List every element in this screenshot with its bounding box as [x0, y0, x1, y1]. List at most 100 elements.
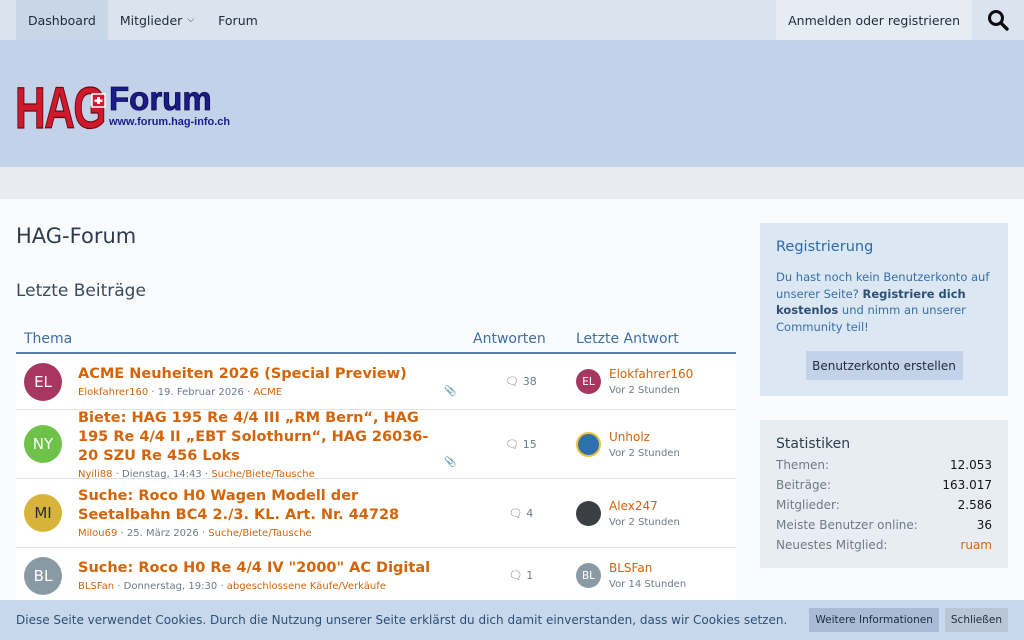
avatar[interactable]: BL [576, 563, 601, 588]
sidebar: Registrierung Du hast noch kein Benutzer… [760, 199, 1008, 640]
stat-label: Neuestes Mitglied: [776, 538, 888, 552]
svg-text:Forum: Forum [109, 80, 212, 117]
close-cookie-button[interactable]: Schließen [944, 608, 1008, 632]
create-account-button[interactable]: Benutzerkonto erstellen [805, 351, 963, 380]
last-reply: BL BLSFan Vor 14 Stunden [576, 561, 728, 590]
page-title: HAG-Forum [16, 224, 137, 248]
stat-value: 36 [976, 518, 992, 532]
paperclip-icon: 📎 [444, 457, 457, 468]
main-area: HAG-Forum Letzte Beiträge Thema Antworte… [0, 199, 1024, 640]
avatar[interactable]: EL [24, 362, 62, 401]
speech-bubble-icon: 🗨 [505, 375, 520, 388]
last-reply-info: Unholz Vor 2 Stunden [601, 430, 680, 459]
stat-label: Meiste Benutzer online: [776, 518, 918, 532]
last-reply-info: BLSFan Vor 14 Stunden [601, 561, 686, 590]
registration-box: Registrierung Du hast noch kein Benutzer… [760, 223, 1008, 396]
registration-text: Du hast noch kein Benutzerkonto auf unse… [776, 269, 992, 335]
statistics-title: Statistiken [776, 436, 851, 452]
last-reply-user-link[interactable]: Alex247 [609, 499, 680, 513]
avatar[interactable]: BL [24, 556, 62, 595]
reply-count: 🗨 15 [466, 438, 576, 451]
stat-value: 163.017 [942, 478, 992, 492]
last-reply-user-link[interactable]: BLSFan [609, 561, 686, 575]
topic-meta: BLSFan · Donnerstag, 19:30 · abgeschloss… [78, 581, 386, 592]
reply-count-value: 1 [526, 569, 534, 582]
category-link[interactable]: Suche/Biete/Tausche [208, 528, 311, 539]
speech-bubble-icon: 🗨 [505, 437, 520, 451]
avatar[interactable]: MI [24, 494, 62, 532]
last-reply: EL Elokfahrer160 Vor 2 Stunden [576, 367, 728, 396]
more-info-button[interactable]: Weitere Informationen [809, 608, 939, 632]
nav-forum-label: Forum [218, 12, 258, 28]
breadcrumb-strip [0, 167, 1024, 199]
login-register-link[interactable]: Anmelden oder registrieren [776, 0, 972, 40]
reply-count: 🗨 1 [466, 569, 576, 582]
reply-count: 🗨 38 [466, 375, 576, 388]
topic: Biete: HAG 195 Re 4/4 III „RM Bern“, HAG… [62, 409, 466, 480]
top-navigation: Dashboard Mitglieder ⌵ Forum Anmelden od… [0, 0, 1024, 40]
reply-count-value: 15 [522, 437, 537, 451]
last-reply-info: Elokfahrer160 Vor 2 Stunden [601, 367, 693, 396]
post-date: Dienstag, 14:43 [122, 468, 202, 480]
registration-title: Registrierung [776, 239, 874, 255]
reply-count-value: 38 [522, 375, 537, 388]
last-reply-user-link[interactable]: Unholz [609, 430, 680, 444]
section-title: Letzte Beiträge [16, 281, 146, 301]
avatar[interactable] [576, 431, 601, 457]
topic: Suche: Roco H0 Re 4/4 IV "2000" AC Digit… [62, 559, 466, 592]
nav-mitglieder[interactable]: Mitglieder ⌵ [108, 0, 206, 40]
table-row: MI Suche: Roco H0 Wagen Modell der Seeta… [16, 479, 736, 548]
topic-title-link[interactable]: ACME Neuheiten 2026 (Special Preview) [78, 365, 466, 384]
last-reply: Alex247 Vor 2 Stunden [576, 499, 728, 528]
topic: ACME Neuheiten 2026 (Special Preview) El… [62, 365, 466, 398]
stat-row: Themen: 12.053 [776, 458, 992, 472]
table-row: NY Biete: HAG 195 Re 4/4 III „RM Bern“, … [16, 409, 736, 480]
author-link[interactable]: Milou69 [78, 528, 117, 539]
nav-mitglieder-label: Mitglieder [119, 12, 183, 28]
topic-meta: Nyili88 · Dienstag, 14:43 · Suche/Biete/… [78, 468, 315, 480]
nav-forum[interactable]: Forum [206, 0, 270, 40]
column-antworten: Antworten [473, 331, 546, 347]
last-reply-user-link[interactable]: Elokfahrer160 [609, 367, 693, 381]
chevron-down-icon[interactable]: ⌵ [187, 15, 194, 25]
search-icon [988, 10, 1009, 31]
topic: Suche: Roco H0 Wagen Modell der Seetalba… [62, 487, 466, 539]
nav-dashboard[interactable]: Dashboard [16, 0, 108, 40]
search-button[interactable] [972, 0, 1024, 40]
statistics-box: Statistiken Themen: 12.053 Beiträge: 163.0… [760, 420, 1008, 568]
category-link[interactable]: Suche/Biete/Tausche [211, 469, 314, 480]
last-reply-time[interactable]: Vor 14 Stunden [609, 579, 686, 590]
last-reply: Unholz Vor 2 Stunden [576, 430, 728, 459]
last-reply-time[interactable]: Vor 2 Stunden [609, 448, 680, 459]
header-banner: HAG Forum www.forum.hag-info.ch [0, 40, 1024, 167]
topic-meta: Milou69 · 25. März 2026 · Suche/Biete/Ta… [78, 528, 312, 539]
avatar[interactable] [576, 500, 601, 526]
post-date: Donnerstag, 19:30 [123, 581, 218, 592]
avatar[interactable]: NY [24, 425, 62, 463]
speech-bubble-icon: 🗨 [508, 569, 523, 582]
last-reply-time[interactable]: Vor 2 Stunden [609, 517, 680, 528]
login-register-label: Anmelden oder registrieren [788, 12, 960, 28]
site-logo[interactable]: HAG Forum www.forum.hag-info.ch [15, 72, 235, 142]
topic-title-link[interactable]: Suche: Roco H0 Wagen Modell der Seetalba… [78, 487, 440, 525]
topic-meta: Elokfahrer160 · 19. Februar 2026 · ACME [78, 387, 283, 398]
stat-row: Neuestes Mitglied: ruam [776, 538, 992, 552]
newest-member-link[interactable]: ruam [960, 538, 992, 552]
author-link[interactable]: Nyili88 [78, 469, 112, 480]
topic-title-link[interactable]: Suche: Roco H0 Re 4/4 IV "2000" AC Digit… [78, 559, 466, 578]
avatar[interactable]: EL [576, 369, 601, 394]
category-link[interactable]: abgeschlossene Käufe/Verkäufe [227, 581, 386, 592]
author-link[interactable]: Elokfahrer160 [78, 387, 148, 398]
table-header: Thema Antworten Letzte Antwort [16, 326, 736, 354]
last-reply-time[interactable]: Vor 2 Stunden [609, 385, 693, 396]
topic-title-link[interactable]: Biete: HAG 195 Re 4/4 III „RM Bern“, HAG… [78, 409, 440, 466]
stat-row: Mitglieder: 2.586 [776, 498, 992, 512]
stat-label: Beiträge: [776, 478, 831, 492]
column-thema: Thema [24, 331, 73, 347]
stat-label: Mitglieder: [776, 498, 840, 512]
author-link[interactable]: BLSFan [78, 581, 114, 592]
category-link[interactable]: ACME [253, 387, 282, 398]
reply-count: 🗨 4 [466, 507, 576, 520]
stat-row: Beiträge: 163.017 [776, 478, 992, 492]
cookie-notice: Diese Seite verwendet Cookies. Durch die… [0, 600, 1024, 640]
